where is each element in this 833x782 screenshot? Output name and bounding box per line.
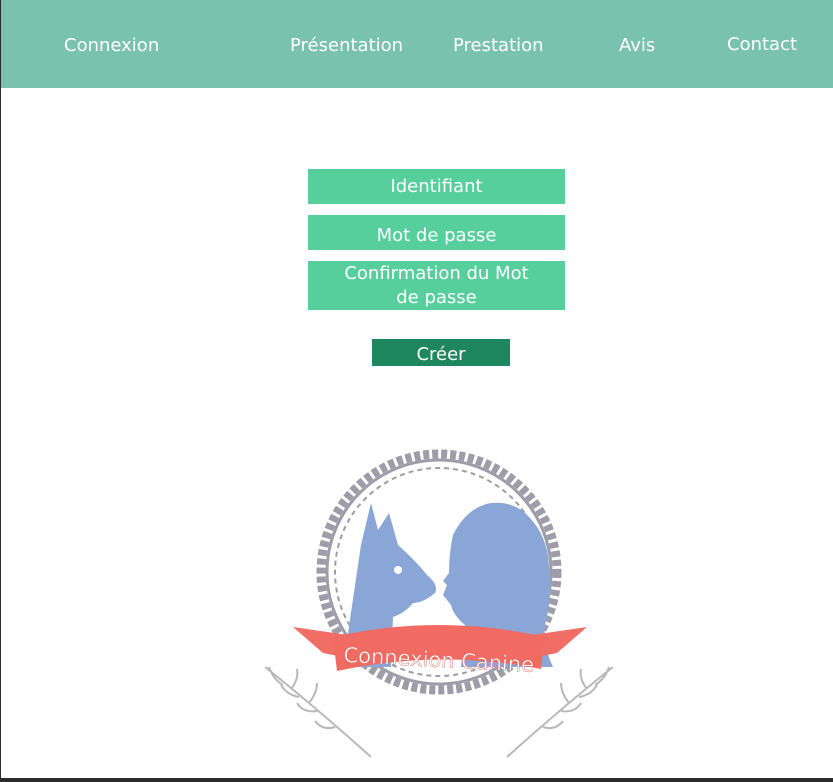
nav-prestation[interactable]: Prestation [453,34,544,58]
connexion-canine-logo: Connexion Canine [264,449,614,758]
nav-presentation[interactable]: Présentation [290,34,403,58]
top-nav: Connexion Présentation Prestation Avis C… [1,0,833,88]
identifiant-field[interactable]: Identifiant [308,169,565,204]
page: Connexion Présentation Prestation Avis C… [1,0,833,778]
nav-contact[interactable]: Contact [727,33,797,57]
password-field[interactable]: Mot de passe [308,215,565,250]
create-button[interactable]: Créer [372,339,510,366]
password-confirmation-field[interactable]: Confirmation du Mot de passe [308,261,565,310]
nav-avis[interactable]: Avis [619,34,655,58]
password-label: Mot de passe [376,224,497,246]
nav-connexion[interactable]: Connexion [64,34,159,58]
identifiant-label: Identifiant [390,175,483,197]
laurel-branch-icon [264,666,614,758]
password-confirmation-label: Confirmation du Mot de passe [344,262,529,308]
